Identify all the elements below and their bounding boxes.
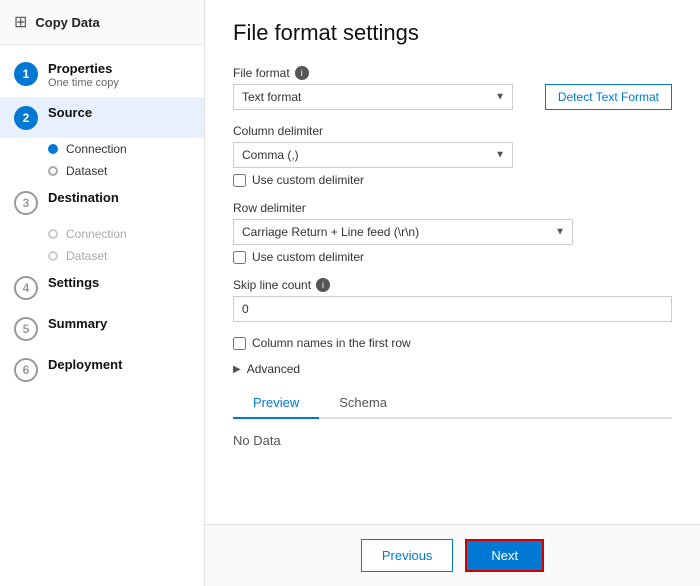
sidebar-item-source[interactable]: 2 Source [0, 97, 204, 138]
sidebar: ⊞ Copy Data 1 Properties One time copy 2… [0, 0, 205, 586]
sidebar-item-deployment[interactable]: 6 Deployment [0, 349, 204, 390]
column-names-first-row-row: Column names in the first row [233, 336, 672, 350]
step-circle-4: 4 [14, 276, 38, 300]
row-delimiter-select[interactable]: Carriage Return + Line feed (\r\n) Line … [233, 219, 573, 245]
use-custom-column-delimiter-label[interactable]: Use custom delimiter [252, 173, 364, 187]
step-2-label: Source [48, 105, 92, 120]
connection-dot [48, 144, 58, 154]
column-delimiter-group: Column delimiter Comma (,) Tab (\t) Semi… [233, 124, 672, 187]
column-names-first-row-label[interactable]: Column names in the first row [252, 336, 411, 350]
column-delimiter-label: Column delimiter [233, 124, 323, 138]
file-format-group: File format i Text format Binary format … [233, 66, 672, 110]
dest-connection-dot [48, 229, 58, 239]
row-delimiter-select-wrapper: Carriage Return + Line feed (\r\n) Line … [233, 219, 573, 245]
step-circle-2: 2 [14, 106, 38, 130]
dest-connection-label: Connection [66, 227, 127, 241]
step-1-sublabel: One time copy [48, 77, 119, 89]
column-names-first-row-checkbox[interactable] [233, 337, 246, 350]
sidebar-item-properties[interactable]: 1 Properties One time copy [0, 53, 204, 97]
detect-text-format-button[interactable]: Detect Text Format [545, 84, 672, 110]
tab-schema[interactable]: Schema [319, 388, 407, 419]
file-format-label: File format [233, 66, 290, 80]
destination-sub-items: Connection Dataset [0, 223, 204, 267]
use-custom-row-delimiter-row: Use custom delimiter [233, 250, 672, 264]
file-format-select[interactable]: Text format Binary format JSON format OR… [233, 84, 513, 110]
main-body: File format settings File format i Text … [205, 0, 700, 524]
row-delimiter-label: Row delimiter [233, 201, 306, 215]
skip-line-count-info-icon[interactable]: i [316, 278, 330, 292]
page-title: File format settings [233, 20, 672, 46]
advanced-toggle[interactable]: ▶ Advanced [233, 362, 672, 376]
next-button[interactable]: Next [465, 539, 544, 572]
source-dataset-item[interactable]: Dataset [48, 160, 204, 182]
step-3-label: Destination [48, 190, 119, 205]
main-content: File format settings File format i Text … [205, 0, 700, 586]
step-circle-5: 5 [14, 317, 38, 341]
dest-dataset-dot [48, 251, 58, 261]
tab-preview[interactable]: Preview [233, 388, 319, 419]
sidebar-header: ⊞ Copy Data [0, 0, 204, 45]
file-format-info-icon[interactable]: i [295, 66, 309, 80]
destination-connection-item[interactable]: Connection [48, 223, 204, 245]
advanced-label: Advanced [247, 362, 300, 376]
advanced-arrow-icon: ▶ [233, 364, 241, 375]
source-sub-items: Connection Dataset [0, 138, 204, 182]
dataset-label: Dataset [66, 164, 107, 178]
tabs-bar: Preview Schema [233, 388, 672, 419]
step-1-label: Properties [48, 61, 119, 76]
copy-data-icon: ⊞ [14, 12, 27, 32]
row-delimiter-group: Row delimiter Carriage Return + Line fee… [233, 201, 672, 264]
skip-line-count-input[interactable]: 0 [233, 296, 672, 322]
no-data-label: No Data [233, 429, 672, 452]
previous-button[interactable]: Previous [361, 539, 454, 572]
source-connection-item[interactable]: Connection [48, 138, 204, 160]
use-custom-row-delimiter-label[interactable]: Use custom delimiter [252, 250, 364, 264]
use-custom-column-delimiter-checkbox[interactable] [233, 174, 246, 187]
connection-label: Connection [66, 142, 127, 156]
app-title: Copy Data [35, 15, 99, 30]
step-6-label: Deployment [48, 357, 122, 372]
column-delimiter-select[interactable]: Comma (,) Tab (\t) Semicolon (;) Pipe (|… [233, 142, 513, 168]
skip-line-count-label: Skip line count [233, 278, 311, 292]
step-circle-1: 1 [14, 62, 38, 86]
column-delimiter-select-wrapper: Comma (,) Tab (\t) Semicolon (;) Pipe (|… [233, 142, 513, 168]
step-circle-3: 3 [14, 191, 38, 215]
sidebar-item-destination[interactable]: 3 Destination [0, 182, 204, 223]
dataset-dot [48, 166, 58, 176]
footer: Previous Next [205, 524, 700, 586]
sidebar-nav: 1 Properties One time copy 2 Source Conn… [0, 45, 204, 586]
skip-line-count-group: Skip line count i 0 [233, 278, 672, 322]
file-format-select-wrapper: Text format Binary format JSON format OR… [233, 84, 513, 110]
use-custom-row-delimiter-checkbox[interactable] [233, 251, 246, 264]
step-5-label: Summary [48, 316, 107, 331]
step-4-label: Settings [48, 275, 99, 290]
destination-dataset-item[interactable]: Dataset [48, 245, 204, 267]
sidebar-item-settings[interactable]: 4 Settings [0, 267, 204, 308]
step-circle-6: 6 [14, 358, 38, 382]
use-custom-column-delimiter-row: Use custom delimiter [233, 173, 672, 187]
dest-dataset-label: Dataset [66, 249, 107, 263]
sidebar-item-summary[interactable]: 5 Summary [0, 308, 204, 349]
